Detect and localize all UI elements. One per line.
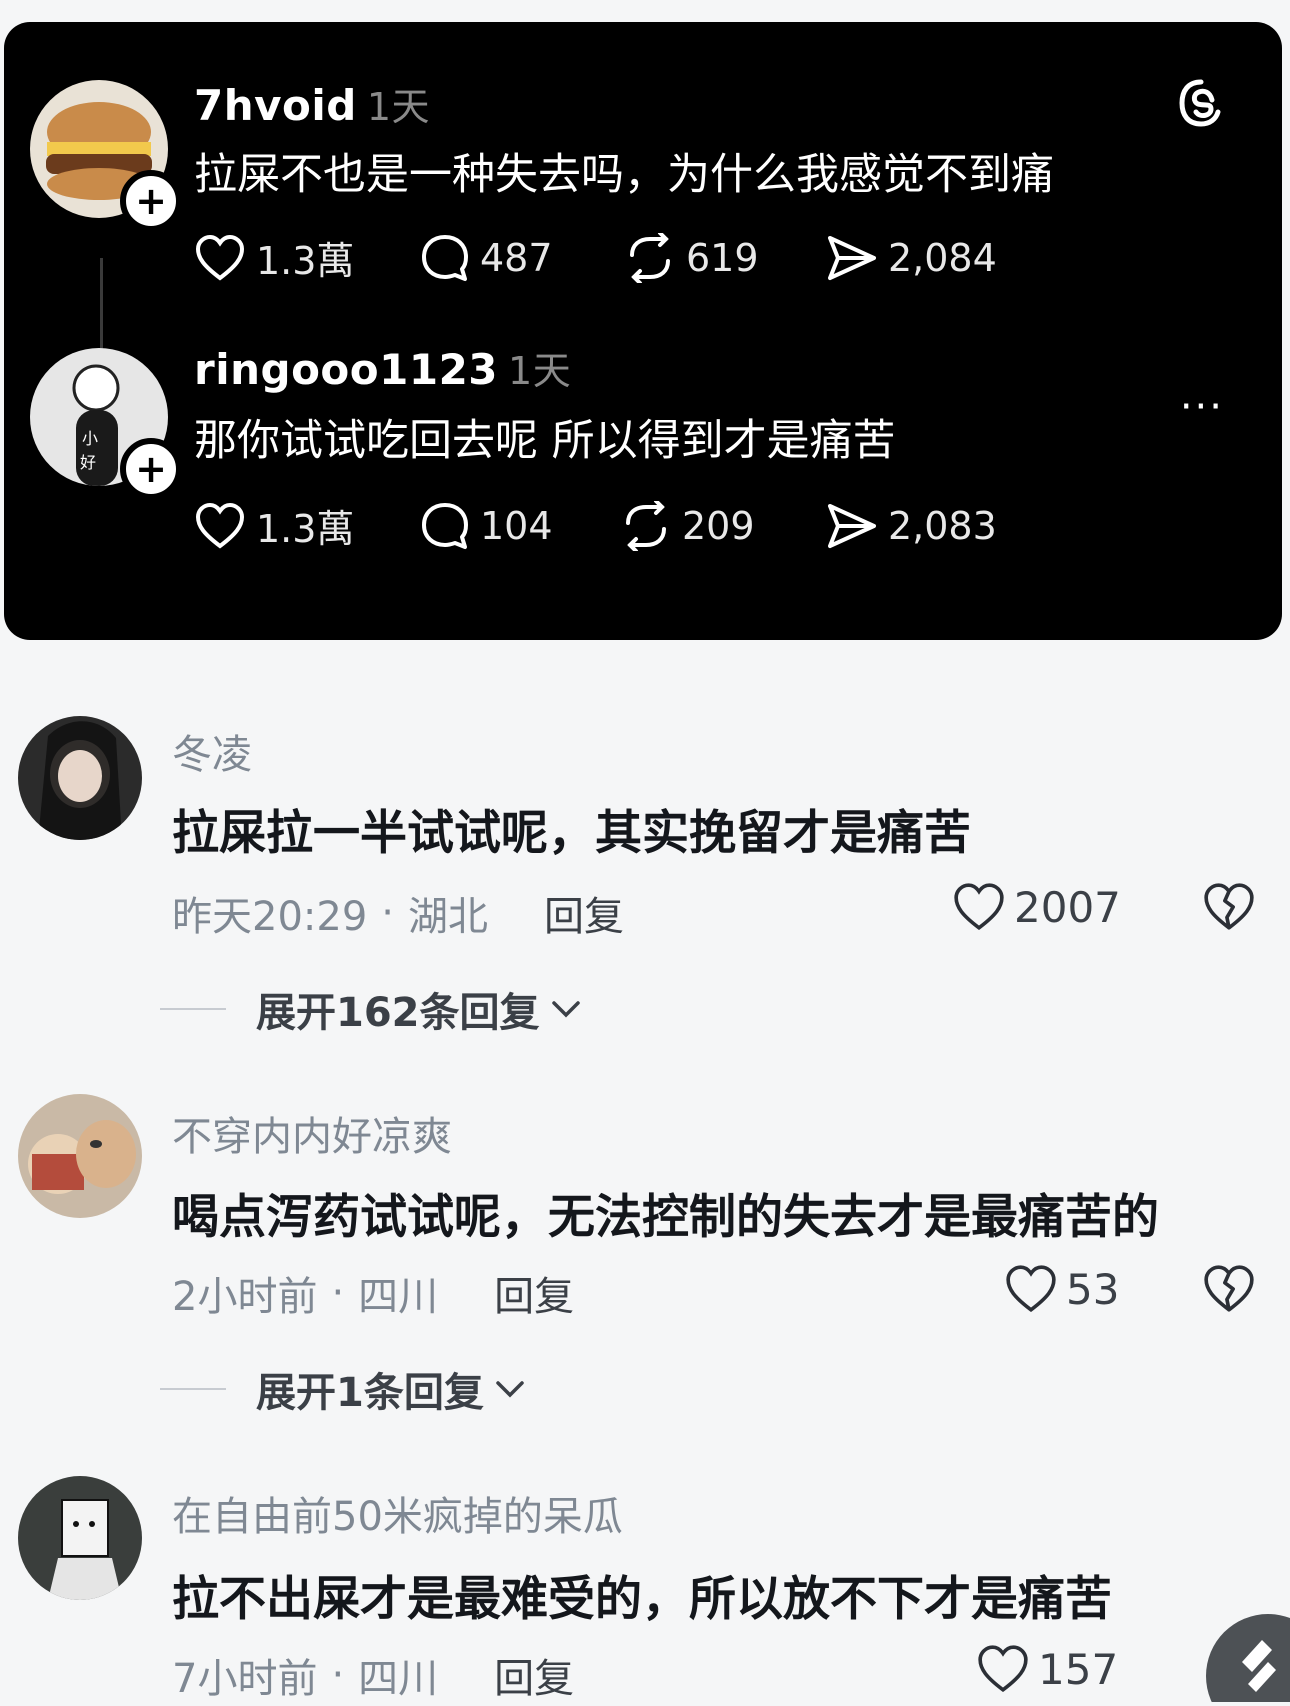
repost-icon	[630, 232, 670, 283]
username[interactable]: 7hvoid	[194, 81, 357, 130]
reply-button[interactable]: 回复	[544, 884, 624, 942]
repost-button[interactable]: 209	[620, 500, 826, 551]
send-icon	[828, 503, 876, 548]
post-time: 1天	[508, 349, 572, 393]
follow-plus-button[interactable]: +	[120, 438, 182, 500]
avatar[interactable]: +	[30, 80, 182, 232]
comment-text: 拉屎拉一半试试呢，其实挽留才是痛苦	[172, 806, 971, 861]
commenter-name[interactable]: 在自由前50米疯掉的呆瓜	[172, 1484, 623, 1542]
share-count: 2,084	[888, 235, 997, 280]
post-time: 1天	[366, 85, 431, 129]
comment-button[interactable]: 487	[420, 233, 624, 283]
comment-count: 487	[480, 235, 553, 280]
like-button[interactable]: 53	[1004, 1264, 1119, 1314]
like-button[interactable]: 157	[976, 1644, 1118, 1694]
comment-text: 拉不出屎才是最难受的，所以放不下才是痛苦	[172, 1572, 1112, 1627]
meta-separator: ·	[381, 890, 394, 936]
like-count: 2007	[1014, 882, 1121, 932]
avatar[interactable]	[18, 1476, 142, 1600]
avatar[interactable]	[18, 1094, 142, 1218]
comment-time: 昨天20:29	[172, 894, 368, 940]
comment-bubble-icon	[422, 502, 468, 549]
heart-icon	[1006, 1265, 1056, 1313]
commenter-name[interactable]: 不穿内内好凉爽	[172, 1104, 452, 1162]
repost-count: 619	[686, 235, 759, 280]
post-text: 拉屎不也是一种失去吗，为什么我感觉不到痛	[194, 150, 1054, 200]
expand-replies-button[interactable]: 展开162条回复	[160, 980, 582, 1038]
share-button[interactable]: 2,083	[826, 502, 997, 550]
like-count: 1.3萬	[256, 507, 355, 551]
watermark-badge-icon	[1190, 1592, 1290, 1706]
post-header: 7hvoid 1天	[194, 76, 430, 131]
like-count: 1.3萬	[256, 239, 355, 283]
like-button[interactable]: 1.3萬	[194, 498, 420, 553]
expand-replies-button[interactable]: 展开1条回复	[160, 1360, 526, 1418]
chevron-down-icon	[551, 1001, 580, 1018]
comment-meta: 昨天20:29 · 湖北 回复	[172, 884, 624, 942]
repost-count: 209	[682, 503, 755, 548]
expand-label: 展开162条回复	[256, 990, 540, 1036]
broken-heart-icon	[1204, 883, 1254, 930]
comment-text: 喝点泻药试试呢，无法控制的失去才是最痛苦的	[172, 1190, 1159, 1245]
avatar[interactable]	[18, 716, 142, 840]
repost-button[interactable]: 619	[624, 232, 826, 283]
threads-screenshot-card: + 7hvoid 1天 拉屎不也是一种失去吗，为什么我感觉不到痛 1.3萬 487…	[4, 22, 1282, 640]
dislike-button[interactable]	[1202, 882, 1256, 936]
follow-plus-button[interactable]: +	[120, 170, 182, 232]
comment-meta: 7小时前 · 四川 回复	[172, 1646, 574, 1704]
like-button[interactable]: 1.3萬	[194, 230, 420, 285]
comment-time: 7小时前	[172, 1656, 318, 1702]
expand-label: 展开1条回复	[256, 1370, 484, 1416]
comment-button[interactable]: 104	[420, 501, 620, 551]
post-text: 那你试试吃回去呢 所以得到才是痛苦	[194, 416, 896, 466]
comment-bubble-icon	[422, 234, 468, 281]
like-count: 157	[1038, 1644, 1119, 1694]
post-header: ringooo1123 1天	[194, 340, 571, 395]
more-options-button[interactable]: ···	[1180, 384, 1224, 430]
expand-divider	[160, 1008, 226, 1010]
svg-text:好: 好	[80, 453, 96, 472]
chevron-down-icon	[496, 1381, 524, 1398]
thread-post: + 7hvoid 1天 拉屎不也是一种失去吗，为什么我感觉不到痛 1.3萬 487…	[4, 22, 1282, 302]
share-count: 2,083	[888, 503, 997, 548]
username[interactable]: ringooo1123	[194, 345, 498, 394]
avatar[interactable]: 小 好 +	[30, 348, 182, 500]
reply-button[interactable]: 回复	[494, 1646, 574, 1704]
thread-post: 小 好 + ringooo1123 1天 那你试试吃回去呢 所以得到才是痛苦 1.…	[4, 290, 1282, 570]
comment-count: 104	[480, 503, 553, 548]
comment-meta: 2小时前 · 四川 回复	[172, 1264, 574, 1322]
comment-location: 湖北	[408, 894, 488, 940]
heart-icon	[978, 1645, 1028, 1693]
comment-location: 四川	[358, 1274, 439, 1320]
meta-separator: ·	[331, 1652, 345, 1698]
meta-separator: ·	[331, 1270, 345, 1316]
like-count: 53	[1066, 1264, 1120, 1314]
post-stats: 1.3萬 104 209 2,083	[194, 498, 997, 553]
heart-icon	[195, 234, 245, 281]
like-button[interactable]: 2007	[952, 882, 1121, 932]
repost-icon	[626, 500, 666, 551]
post-stats: 1.3萬 487 619 2,084	[194, 230, 997, 285]
heart-icon	[195, 502, 245, 549]
expand-divider	[160, 1388, 226, 1390]
share-button[interactable]: 2,084	[826, 234, 997, 282]
broken-heart-icon	[1204, 1265, 1254, 1312]
svg-text:小: 小	[82, 429, 98, 448]
comment-location: 四川	[358, 1656, 439, 1702]
comment-time: 2小时前	[172, 1274, 318, 1320]
plus-icon: +	[135, 447, 167, 491]
send-icon	[828, 235, 876, 280]
heart-icon	[954, 883, 1004, 931]
commenter-name[interactable]: 冬凌	[172, 722, 252, 780]
dislike-button[interactable]	[1202, 1264, 1256, 1318]
reply-button[interactable]: 回复	[494, 1264, 574, 1322]
plus-icon: +	[135, 179, 167, 223]
